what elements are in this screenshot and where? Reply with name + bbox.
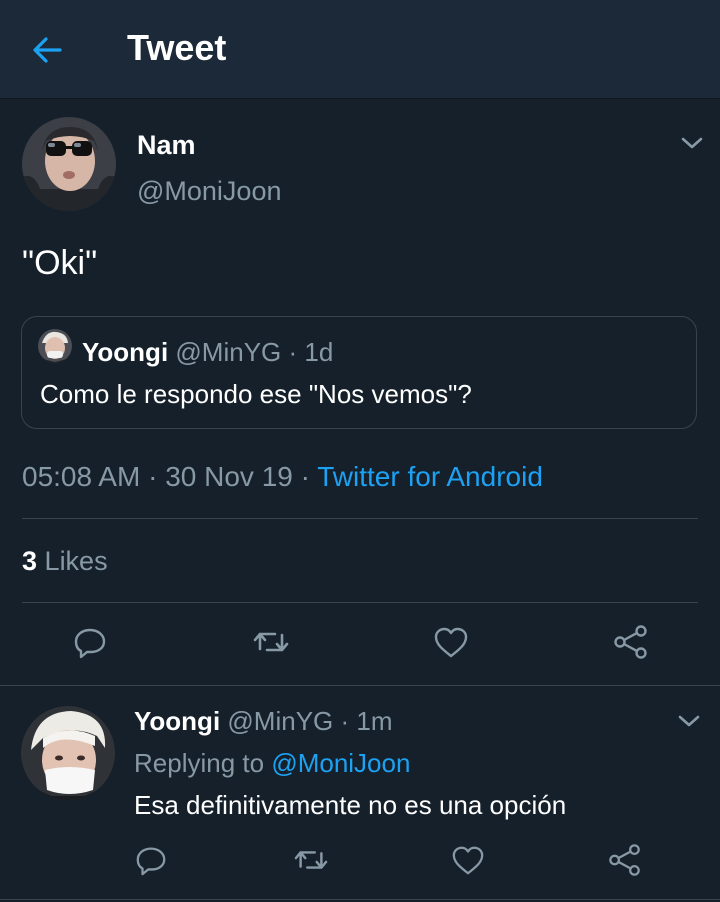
reply-button[interactable] bbox=[72, 624, 108, 660]
reply-like-button[interactable] bbox=[450, 843, 486, 877]
tweet-meta: 05:08 AM · 30 Nov 19 · Twitter for Andro… bbox=[22, 461, 543, 493]
quoted-separator: · bbox=[288, 337, 298, 367]
tweet-source-link[interactable]: Twitter for Android bbox=[317, 461, 543, 492]
heart-icon bbox=[452, 846, 484, 875]
reply-icon bbox=[136, 847, 166, 876]
replying-to: Replying to @MoniJoon bbox=[134, 748, 410, 779]
quoted-header: Yoongi @MinYG · 1d bbox=[82, 337, 333, 368]
chevron-down-icon bbox=[678, 715, 700, 727]
meta-separator: · bbox=[300, 461, 310, 492]
reply-separator: · bbox=[340, 706, 350, 736]
reply-avatar-image bbox=[21, 706, 115, 800]
reply-options-button[interactable] bbox=[675, 709, 703, 733]
quoted-time: 1d bbox=[304, 337, 334, 367]
avatar-image bbox=[22, 117, 116, 211]
reply-author-handle[interactable]: @MinYG bbox=[227, 706, 333, 736]
chevron-down-icon bbox=[681, 137, 703, 149]
top-bar: Tweet bbox=[0, 0, 720, 99]
avatar[interactable] bbox=[22, 117, 116, 211]
like-button[interactable] bbox=[432, 624, 470, 660]
author-name[interactable]: Nam bbox=[137, 130, 196, 161]
quoted-text: Como le respondo ese "Nos vemos"? bbox=[40, 379, 472, 409]
share-icon bbox=[609, 844, 640, 876]
reply-retweet-button[interactable] bbox=[292, 843, 330, 877]
arrow-left-icon bbox=[33, 37, 62, 63]
reply-time: 1m bbox=[356, 706, 393, 736]
replying-to-handle-link[interactable]: @MoniJoon bbox=[271, 748, 410, 778]
quoted-tweet[interactable]: Yoongi @MinYG · 1d Como le respondo ese … bbox=[21, 316, 697, 429]
tweet-date: 30 Nov 19 bbox=[165, 461, 293, 492]
quoted-author-name[interactable]: Yoongi bbox=[82, 337, 168, 367]
quoted-avatar bbox=[38, 329, 72, 363]
quoted-avatar-image bbox=[38, 329, 72, 363]
retweet-icon bbox=[253, 632, 289, 652]
tweet-options-button[interactable] bbox=[678, 131, 706, 155]
replying-to-label: Replying to bbox=[134, 748, 265, 778]
tweet-time: 05:08 AM bbox=[22, 461, 141, 492]
section-divider bbox=[0, 685, 720, 686]
reply-reply-button[interactable] bbox=[134, 843, 168, 877]
reply-text: Esa definitivamente no es una opción bbox=[134, 790, 567, 820]
share-button[interactable] bbox=[612, 624, 650, 660]
retweet-icon bbox=[294, 851, 328, 869]
share-icon bbox=[614, 625, 647, 659]
likes-label: Likes bbox=[44, 546, 108, 576]
likes-count[interactable]: 3 Likes bbox=[22, 546, 108, 577]
reply-author-name[interactable]: Yoongi bbox=[134, 706, 220, 736]
author-handle[interactable]: @MoniJoon bbox=[137, 176, 281, 207]
divider bbox=[22, 518, 698, 519]
reply-icon bbox=[74, 628, 106, 659]
reply-header: Yoongi @MinYG · 1m bbox=[134, 706, 393, 737]
reply-avatar[interactable] bbox=[21, 706, 115, 800]
reply-share-button[interactable] bbox=[607, 843, 643, 877]
section-divider bbox=[0, 899, 720, 900]
heart-icon bbox=[434, 627, 468, 658]
tweet-text: "Oki" bbox=[22, 244, 98, 282]
likes-number: 3 bbox=[22, 546, 38, 576]
retweet-button[interactable] bbox=[251, 624, 291, 660]
divider bbox=[22, 602, 698, 603]
quoted-author-handle[interactable]: @MinYG bbox=[175, 337, 281, 367]
page-title: Tweet bbox=[127, 27, 227, 68]
back-button[interactable] bbox=[26, 30, 70, 70]
meta-separator: · bbox=[148, 461, 158, 492]
